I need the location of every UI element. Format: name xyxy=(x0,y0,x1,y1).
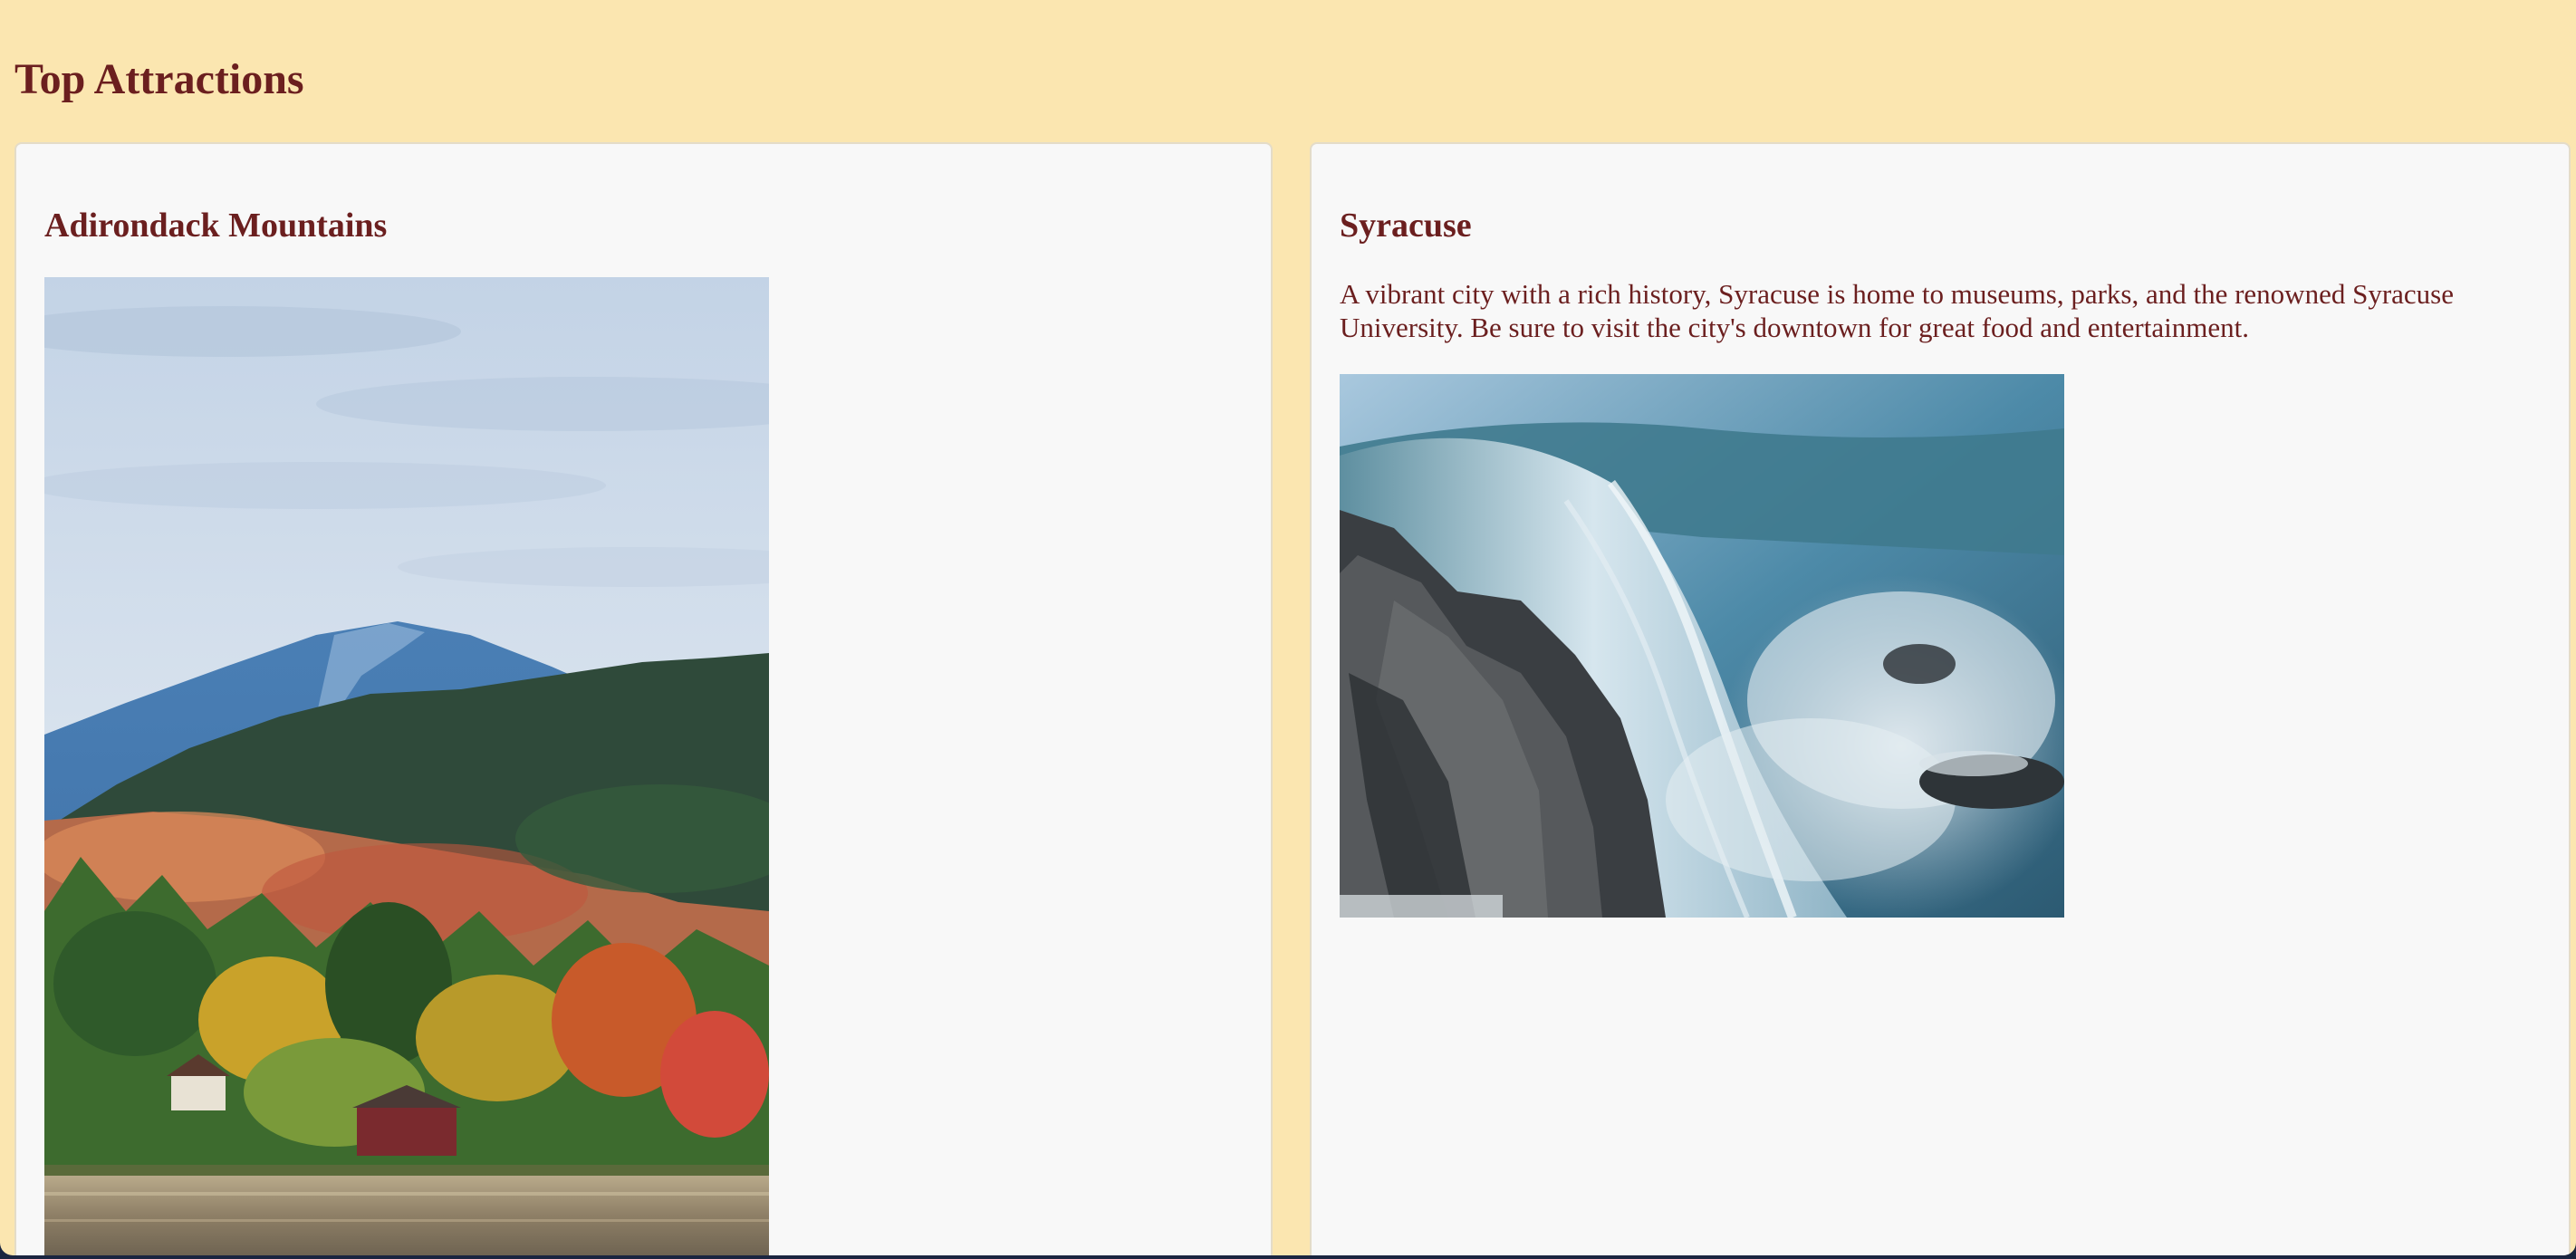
page-title: Top Attractions xyxy=(14,55,304,103)
attraction-card-syracuse: Syracuse A vibrant city with a rich hist… xyxy=(1310,142,2571,1255)
attraction-title: Syracuse xyxy=(1340,207,1472,245)
page: Top Attractions Adirondack Mountains Syr… xyxy=(0,0,2576,1255)
attraction-description: A vibrant city with a rich history, Syra… xyxy=(1340,278,2454,343)
attraction-card-adirondack: Adirondack Mountains xyxy=(14,142,1273,1255)
syracuse-waterfall-photo xyxy=(1340,374,2064,918)
adirondack-mountains-photo xyxy=(44,277,769,1255)
attraction-title: Adirondack Mountains xyxy=(44,207,388,245)
